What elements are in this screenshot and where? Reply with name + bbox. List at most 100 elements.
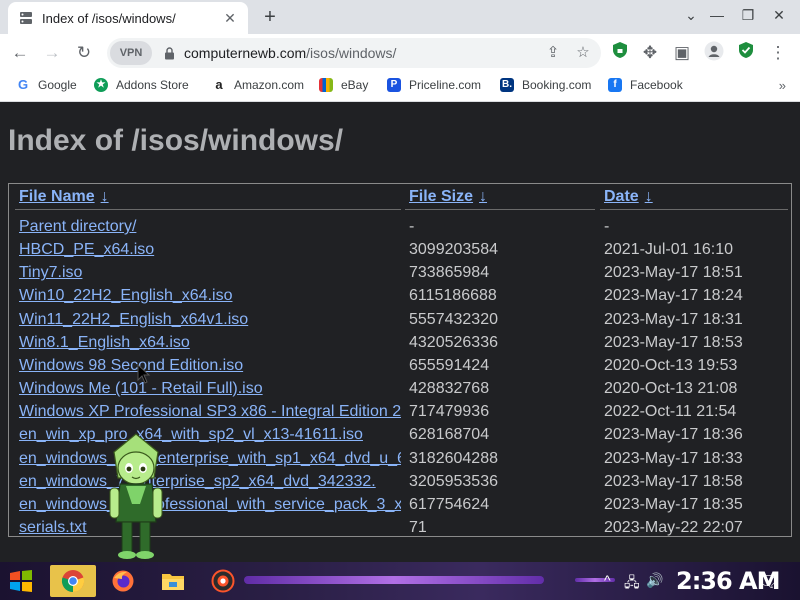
menu-kebab-icon[interactable]: ⋮ [766,41,790,65]
bookmark-ebay[interactable]: eBay [319,78,368,92]
vpn-badge[interactable]: VPN [110,41,152,65]
file-date: 2023-May-22 22:07 [604,518,743,536]
bookmark-star-icon[interactable]: ☆ [571,41,595,65]
facebook-icon: f [608,78,622,92]
file-link[interactable]: serials.txt [19,517,401,536]
file-size: 6115186688 [409,287,497,305]
reload-button[interactable]: ↻ [72,41,96,65]
minimize-button[interactable]: — [702,4,732,26]
network-icon[interactable]: 🖧 [624,572,640,596]
file-size: - [409,218,415,235]
file-date: 2022-Oct-11 21:54 [604,403,737,421]
url-text[interactable]: computernewb.com/isos/windows/ [184,45,541,61]
new-tab-button[interactable]: + [258,5,282,29]
volume-icon[interactable]: 🔊 [646,572,663,589]
file-date: 2023-May-17 18:33 [604,449,743,467]
file-date: 2023-May-17 18:53 [604,333,743,351]
file-date: 2023-May-17 18:36 [604,426,743,444]
file-date: 2023-May-17 18:51 [604,264,743,282]
file-size: 5557432320 [409,310,498,328]
file-link[interactable]: Win10_22H2_English_x64.iso [19,285,401,307]
security-shield-icon[interactable] [734,41,758,65]
table-row: Windows XP Professional SP3 x86 - Integr… [9,401,791,424]
file-date: 2023-May-17 18:58 [604,472,743,490]
file-size: 428832768 [409,380,490,398]
file-date: 2021-Jul-01 16:10 [604,241,733,259]
brave-icon [211,569,235,593]
file-link[interactable]: Win11_22H2_English_x64v1.iso [19,309,401,331]
file-link[interactable]: Windows XP Professional SP3 x86 - Integr… [19,401,401,423]
chrome-taskbar-button[interactable] [50,565,96,597]
page-title: Index of /isos/windows/ [8,124,344,157]
file-link[interactable]: en_windows_xp_professional_with_service_… [19,494,401,516]
column-label: Date [604,188,639,205]
chrome-icon [61,570,85,593]
file-size: 71 [409,518,427,536]
bookmark-facebook[interactable]: f Facebook [608,78,683,92]
active-tab[interactable]: Index of /isos/windows/ ✕ [8,2,248,34]
file-size: 3182604288 [409,449,498,467]
column-header-file-name[interactable]: File Name ↓ [19,188,109,206]
bookmark-label: Amazon.com [234,78,305,92]
bookmark-addons-store[interactable]: ★ Addons Store [94,78,189,92]
file-link[interactable]: Win8.1_English_x64.iso [19,332,401,354]
header-divider [15,209,401,210]
taskbar-decoration [244,576,544,584]
tab-title: Index of /isos/windows/ [42,10,176,26]
bookmarks-bar: G Google ★ Addons Store a Amazon.com eBa… [0,72,800,102]
file-size: 4320526336 [409,333,498,351]
file-link[interactable]: Tiny7.iso [19,262,401,284]
file-link[interactable]: Windows 98 Second Edition.iso [19,355,401,377]
lock-icon[interactable] [162,46,176,60]
file-size: 3205953536 [409,472,498,490]
extensions-puzzle-icon[interactable]: ✥ [638,41,662,65]
bookmarks-overflow-icon[interactable]: » [779,78,786,93]
parent-directory-link[interactable]: Parent directory/ [19,216,401,238]
sort-arrow-icon: ↓ [479,188,488,205]
file-link[interactable]: en_windows_7_enterprise_sp2_x64_dvd_3423… [19,471,401,493]
bookmark-booking[interactable]: B. Booking.com [500,78,591,92]
profile-avatar-icon[interactable] [702,41,726,65]
desktop-mascot-character [109,433,163,559]
file-date: 2020-Oct-13 21:08 [604,380,738,398]
sort-arrow-icon: ↓ [644,188,653,205]
bookmark-priceline[interactable]: P Priceline.com [387,78,481,92]
header-divider [600,209,788,210]
notifications-icon[interactable]: 🗨 [758,572,778,592]
file-date: 2020-Oct-13 19:53 [604,356,738,374]
ebay-icon [319,78,333,92]
bookmark-google[interactable]: G Google [16,78,77,92]
back-button[interactable]: ← [8,41,32,65]
brave-taskbar-button[interactable] [206,565,240,597]
bookmark-label: Priceline.com [409,78,482,92]
column-header-date[interactable]: Date ↓ [604,188,653,206]
file-date: 2023-May-17 18:24 [604,287,743,305]
header-divider [405,209,595,210]
start-button[interactable] [4,565,38,597]
close-window-button[interactable]: ✕ [764,4,794,26]
file-link[interactable]: HBCD_PE_x64.iso [19,239,401,261]
bookmark-amazon[interactable]: a Amazon.com [212,78,304,92]
bookmark-label: eBay [341,78,369,92]
tray-overflow-icon[interactable]: ^ [604,572,611,588]
restore-button[interactable]: ❐ [733,4,763,26]
column-label: File Size [409,188,474,205]
file-link[interactable]: en_windows_vista_enterprise_with_sp1_x64… [19,448,401,470]
file-link[interactable]: en_win_xp_pro_x64_with_sp2_vl_x13-41611.… [19,424,401,446]
column-header-file-size[interactable]: File Size ↓ [409,188,487,206]
table-row: Parent directory/- - [9,216,791,239]
shield-extension-icon[interactable] [608,41,632,65]
address-bar[interactable]: VPN computernewb.com/isos/windows/ ⇪ ☆ [107,38,601,68]
side-panel-icon[interactable]: ▣ [670,41,694,65]
tab-close-icon[interactable]: ✕ [222,10,238,27]
forward-button[interactable]: → [40,41,64,65]
share-icon[interactable]: ⇪ [541,41,565,65]
firefox-taskbar-button[interactable] [106,565,140,597]
file-size: 733865984 [409,264,490,282]
google-icon: G [16,77,30,92]
table-row: Win8.1_English_x64.iso 4320526336 2023-May… [9,332,791,355]
file-date: 2023-May-17 18:31 [604,310,743,328]
file-link[interactable]: Windows Me (101 - Retail Full).iso [19,378,401,400]
file-explorer-taskbar-button[interactable] [156,565,190,597]
bookmark-label: Google [38,78,77,92]
